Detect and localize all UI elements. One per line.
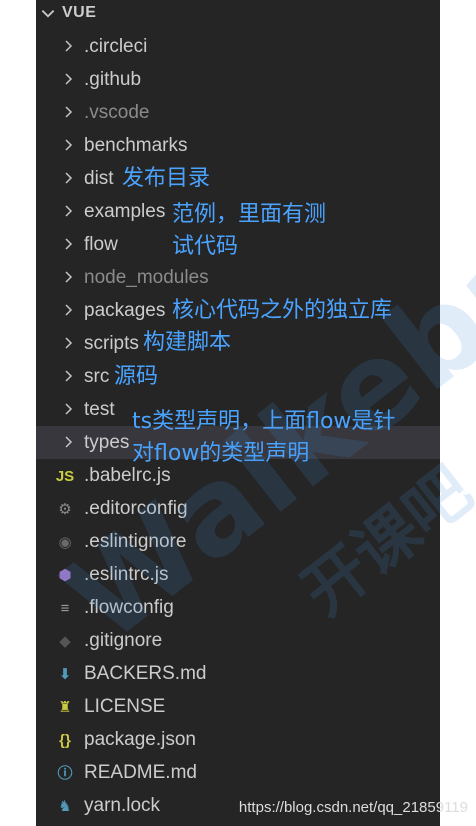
- folder-row[interactable]: benchmarks: [36, 129, 440, 162]
- folder-label: .circleci: [84, 36, 148, 57]
- annotation-scripts: 构建脚本: [143, 330, 232, 355]
- gear-icon: ⚙: [58, 500, 72, 518]
- folder-row[interactable]: scripts: [36, 327, 440, 360]
- folder-row[interactable]: node_modules: [36, 261, 440, 294]
- license-icon: ♜: [58, 698, 72, 716]
- eslint-icon: ◉: [58, 533, 72, 551]
- file-label: .eslintrc.js: [84, 564, 169, 585]
- js-icon: JS: [55, 467, 75, 485]
- chevron-right-icon: [65, 238, 73, 250]
- source-url: https://blog.csdn.net/qq_21859119: [238, 799, 468, 816]
- file-row[interactable]: {} package.json: [36, 723, 440, 756]
- folder-label: flow: [84, 234, 118, 255]
- git-icon: ◆: [59, 632, 71, 650]
- section-title: VUE: [62, 4, 97, 21]
- file-label: .flowconfig: [84, 597, 174, 618]
- folder-label: benchmarks: [84, 135, 188, 156]
- folder-row[interactable]: dist: [36, 162, 440, 195]
- file-explorer: VUE .circleci .github .vscode benchmarks dis…: [36, 0, 440, 826]
- file-row[interactable]: ⬇ BACKERS.md: [36, 657, 440, 690]
- folder-label: test: [84, 399, 115, 420]
- folder-label: .github: [84, 69, 142, 90]
- file-row[interactable]: ≡ .flowconfig: [36, 591, 440, 624]
- file-row[interactable]: ⚙ .editorconfig: [36, 492, 440, 525]
- file-row[interactable]: ⓘ README.md: [36, 756, 440, 789]
- chevron-right-icon: [65, 271, 73, 283]
- file-label: .eslintignore: [84, 531, 187, 552]
- file-label: yarn.lock: [84, 795, 161, 816]
- chevron-right-icon: [65, 436, 73, 448]
- file-label: LICENSE: [84, 696, 166, 717]
- annotation-src: 源码: [114, 364, 159, 389]
- explorer-section-header[interactable]: VUE: [36, 0, 440, 28]
- json-icon: {}: [59, 731, 71, 749]
- file-label: .editorconfig: [84, 498, 188, 519]
- annotation-packages: 核心代码之外的独立库: [172, 298, 393, 323]
- chevron-right-icon: [65, 106, 73, 118]
- annotation-dist: 发布目录: [122, 166, 211, 191]
- folder-label: .vscode: [84, 102, 150, 123]
- chevron-right-icon: [65, 370, 73, 382]
- file-row[interactable]: ♜ LICENSE: [36, 690, 440, 723]
- folder-label: scripts: [84, 333, 139, 354]
- file-row[interactable]: ◆ .gitignore: [36, 624, 440, 657]
- info-icon: ⓘ: [57, 764, 73, 782]
- folder-row[interactable]: .vscode: [36, 96, 440, 129]
- chevron-right-icon: [65, 73, 73, 85]
- yarn-icon: ♞: [58, 797, 72, 815]
- file-row[interactable]: ◉ .eslintignore: [36, 525, 440, 558]
- folder-label: examples: [84, 201, 166, 222]
- file-row[interactable]: ⬢ .eslintrc.js: [36, 558, 440, 591]
- chevron-right-icon: [65, 304, 73, 316]
- folder-label: packages: [84, 300, 166, 321]
- markdown-icon: ⬇: [58, 665, 72, 683]
- eslint-icon: ⬢: [58, 566, 72, 584]
- lines-icon: ≡: [60, 599, 70, 617]
- file-label: BACKERS.md: [84, 663, 207, 684]
- folder-row[interactable]: src: [36, 360, 440, 393]
- folder-row[interactable]: .github: [36, 63, 440, 96]
- annotation-examples-line1: 范例，里面有测: [172, 202, 327, 227]
- chevron-right-icon: [65, 172, 73, 184]
- annotation-examples-line2: 试代码: [172, 234, 239, 259]
- file-label: package.json: [84, 729, 196, 750]
- chevron-right-icon: [65, 403, 73, 415]
- chevron-right-icon: [65, 139, 73, 151]
- chevron-down-icon: [41, 9, 55, 18]
- annotation-types-line2: 对flow的类型声明: [132, 441, 310, 466]
- file-label: README.md: [84, 762, 197, 783]
- chevron-right-icon: [65, 337, 73, 349]
- folder-row[interactable]: .circleci: [36, 30, 440, 63]
- background-strip: [440, 0, 476, 826]
- file-label: .gitignore: [84, 630, 163, 651]
- annotation-types-line1: ts类型声明，上面flow是针: [132, 409, 396, 434]
- folder-label: node_modules: [84, 267, 209, 288]
- folder-label: dist: [84, 168, 114, 189]
- chevron-right-icon: [65, 205, 73, 217]
- chevron-right-icon: [65, 40, 73, 52]
- folder-label: types: [84, 432, 130, 453]
- folder-label: src: [84, 366, 110, 387]
